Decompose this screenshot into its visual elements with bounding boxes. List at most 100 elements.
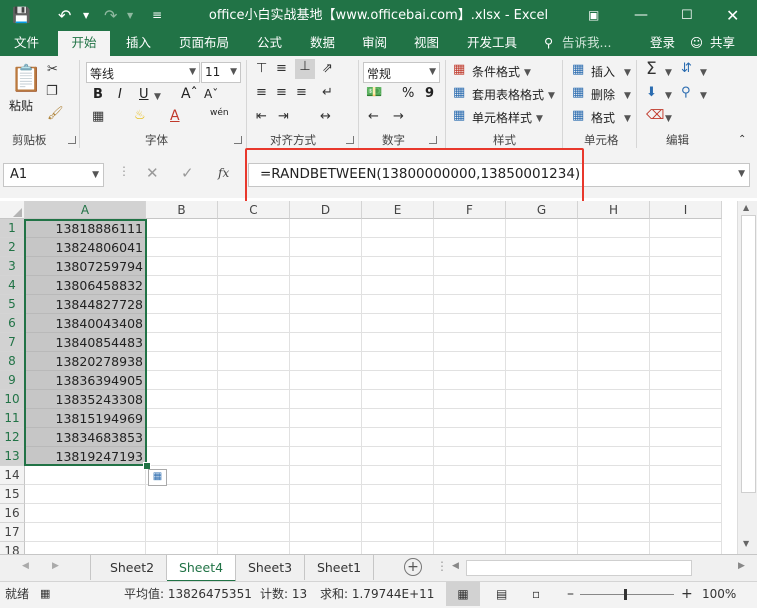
sheet-tab-sheet2[interactable]: Sheet2	[98, 555, 167, 580]
italic-button[interactable]: I	[118, 87, 122, 102]
decrease-decimal-icon[interactable]: →	[393, 109, 404, 125]
cell[interactable]	[362, 276, 434, 295]
horizontal-scroll-thumb[interactable]	[466, 560, 692, 576]
cell[interactable]	[290, 276, 362, 295]
collapse-ribbon-icon[interactable]: ⌃	[738, 132, 746, 148]
format-painter-icon[interactable]: 🖌	[47, 106, 64, 122]
cell[interactable]	[506, 523, 578, 542]
scroll-thumb[interactable]	[741, 215, 756, 493]
row-header[interactable]: 9	[0, 371, 25, 390]
chevron-down-icon[interactable]: ▼	[548, 91, 555, 101]
sort-filter-icon[interactable]: ⇵	[681, 61, 692, 77]
align-bottom-icon[interactable]: ⊥	[295, 59, 315, 79]
cell[interactable]	[25, 542, 146, 554]
name-box[interactable]: A1 ▼	[3, 163, 104, 187]
cell[interactable]	[362, 238, 434, 257]
vertical-scrollbar[interactable]: ▲ ▼	[737, 201, 757, 554]
cell[interactable]	[434, 295, 506, 314]
sheet-tab-sheet4[interactable]: Sheet4	[167, 555, 236, 582]
cell[interactable]	[434, 257, 506, 276]
cell[interactable]	[362, 314, 434, 333]
cell[interactable]	[218, 485, 290, 504]
cell[interactable]	[578, 371, 650, 390]
cell[interactable]	[146, 542, 218, 554]
chevron-down-icon[interactable]: ▼	[536, 114, 543, 124]
cell[interactable]	[506, 238, 578, 257]
cell[interactable]	[146, 333, 218, 352]
tab-file[interactable]: 文件	[14, 31, 39, 56]
row-header[interactable]: 1	[0, 219, 25, 238]
cell[interactable]	[578, 333, 650, 352]
cell[interactable]	[506, 542, 578, 554]
cell[interactable]	[290, 523, 362, 542]
chevron-down-icon[interactable]: ▼	[700, 91, 707, 101]
cell[interactable]	[218, 466, 290, 485]
cell[interactable]	[650, 257, 722, 276]
font-name-select[interactable]: 等线 ▼	[86, 62, 200, 83]
column-header-h[interactable]: H	[578, 201, 650, 219]
cell[interactable]	[650, 276, 722, 295]
column-header-d[interactable]: D	[290, 201, 362, 219]
copy-icon[interactable]: ❐	[46, 84, 58, 100]
minimize-icon[interactable]: —	[634, 0, 648, 31]
cell[interactable]	[218, 314, 290, 333]
cell[interactable]	[578, 295, 650, 314]
sheet-tab-sheet3[interactable]: Sheet3	[236, 555, 305, 580]
cell[interactable]	[146, 428, 218, 447]
chevron-down-icon[interactable]: ▼	[624, 68, 631, 78]
cell[interactable]	[362, 390, 434, 409]
cell[interactable]	[578, 276, 650, 295]
cell[interactable]	[506, 314, 578, 333]
comma-button[interactable]: 9	[425, 86, 434, 101]
cell[interactable]	[650, 447, 722, 466]
cell[interactable]	[650, 409, 722, 428]
cell[interactable]	[506, 257, 578, 276]
cell[interactable]	[578, 390, 650, 409]
worksheet-grid[interactable]: ABCDEFGHI 1 2 3 4 5 6 7 8 9 10 11 12 13 14 15 16 17 18 13…	[0, 201, 737, 554]
login-link[interactable]: 登录	[650, 31, 675, 56]
zoom-in-icon[interactable]: +	[681, 582, 693, 606]
cell[interactable]	[434, 447, 506, 466]
row-header[interactable]: 2	[0, 238, 25, 257]
cell[interactable]	[434, 371, 506, 390]
cell[interactable]	[290, 314, 362, 333]
cell[interactable]	[434, 352, 506, 371]
cell[interactable]	[578, 485, 650, 504]
cell[interactable]	[146, 409, 218, 428]
cell[interactable]	[146, 295, 218, 314]
cell[interactable]	[434, 333, 506, 352]
scroll-down-icon[interactable]: ▼	[743, 539, 749, 548]
zoom-slider-thumb[interactable]	[624, 589, 627, 600]
align-center-icon[interactable]: ≡	[276, 85, 287, 101]
close-icon[interactable]: ✕	[726, 0, 739, 31]
row-header[interactable]: 12	[0, 428, 25, 447]
tell-me-search[interactable]: 告诉我...	[562, 31, 611, 56]
clipboard-launcher-icon[interactable]	[68, 136, 76, 144]
chevron-down-icon[interactable]: ▼	[154, 92, 161, 102]
delete-cells-button[interactable]: 删除	[591, 86, 615, 103]
cell[interactable]	[218, 523, 290, 542]
increase-font-icon[interactable]: Aˆ	[181, 86, 198, 102]
cell[interactable]	[650, 371, 722, 390]
cell[interactable]	[362, 447, 434, 466]
align-middle-icon[interactable]: ≡	[276, 61, 287, 77]
cell[interactable]	[290, 466, 362, 485]
cell[interactable]	[218, 333, 290, 352]
ribbon-display-icon[interactable]: ▣	[588, 0, 599, 31]
cell[interactable]	[578, 238, 650, 257]
cell[interactable]	[362, 371, 434, 390]
find-select-icon[interactable]: ⚲	[681, 85, 691, 101]
row-header[interactable]: 11	[0, 409, 25, 428]
cell[interactable]	[578, 219, 650, 238]
scroll-up-icon[interactable]: ▲	[743, 203, 749, 212]
cell[interactable]	[506, 428, 578, 447]
cell[interactable]	[362, 504, 434, 523]
column-header-i[interactable]: I	[650, 201, 722, 219]
cell[interactable]	[290, 485, 362, 504]
cell[interactable]	[362, 219, 434, 238]
cell[interactable]	[218, 542, 290, 554]
cell[interactable]	[25, 523, 146, 542]
chevron-down-icon[interactable]: ▼	[665, 114, 672, 124]
cell[interactable]	[506, 409, 578, 428]
underline-button[interactable]: U	[139, 87, 149, 102]
